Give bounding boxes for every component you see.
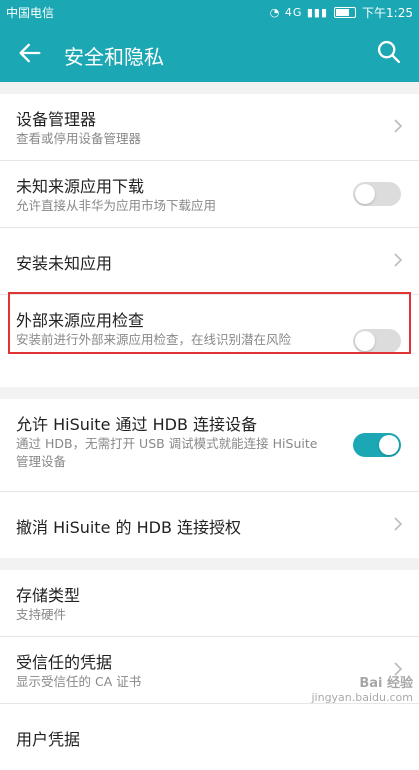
toggle-knob: [379, 435, 399, 455]
clock: 下午1:25: [362, 6, 413, 20]
toggle-knob: [355, 184, 375, 204]
setting-subtitle: 安装前进行外部来源应用检查，在线识别潜在风险: [16, 332, 292, 347]
setting-subtitle: 允许直接从非华为应用市场下载应用: [16, 198, 217, 213]
carrier-label: 中国电信: [6, 6, 55, 20]
setting-title: 未知来源应用下载: [16, 177, 145, 196]
chevron-right-icon: [394, 253, 403, 267]
toggle-knob: [355, 331, 375, 351]
chevron-right-icon: [394, 517, 403, 531]
watermark-url: jingyan.baidu.com: [311, 691, 413, 704]
battery-icon: [334, 7, 357, 18]
setting-revoke-hdb[interactable]: 撤消 HiSuite 的 HDB 连接授权: [0, 492, 419, 558]
status-bar: 中国电信 ◔ 4G ▮▮▮ 下午1:25: [0, 0, 419, 24]
unknown-source-toggle[interactable]: [353, 182, 401, 206]
setting-subtitle: 通过 HDB，无需打开 USB 调试模式就能连接 HiSuite 管理设备: [16, 436, 318, 469]
setting-title: 用户凭据: [16, 730, 81, 749]
arrow-left-icon[interactable]: [16, 39, 44, 67]
setting-user-credentials[interactable]: 用户凭据: [0, 704, 419, 770]
settings-group-hisuite: 允许 HiSuite 通过 HDB 连接设备 通过 HDB，无需打开 USB 调…: [0, 399, 419, 558]
setting-title: 存储类型: [16, 586, 81, 605]
setting-install-unknown-apps[interactable]: 安装未知应用: [0, 228, 419, 295]
setting-title: 受信任的凭据: [16, 653, 113, 672]
setting-subtitle: 查看或停用设备管理器: [16, 131, 142, 146]
setting-title: 允许 HiSuite 通过 HDB 连接设备: [16, 415, 258, 434]
setting-subtitle: 显示受信任的 CA 证书: [16, 674, 142, 689]
app-bar: 安全和隐私: [0, 24, 419, 82]
setting-device-manager[interactable]: 设备管理器 查看或停用设备管理器: [0, 94, 419, 161]
page-title: 安全和隐私: [64, 45, 164, 69]
setting-title: 安装未知应用: [16, 254, 113, 273]
settings-group-credentials: 存储类型 支持硬件 受信任的凭据 显示受信任的 CA 证书 用户凭据: [0, 570, 419, 770]
setting-title: 外部来源应用检查: [16, 311, 145, 330]
setting-title: 设备管理器: [16, 110, 97, 129]
watermark-brand: Bai 经验: [359, 676, 413, 691]
chevron-right-icon: [394, 119, 403, 133]
status-right: ◔ 4G ▮▮▮ 下午1:25: [270, 4, 413, 21]
search-icon[interactable]: [375, 38, 403, 66]
status-icons: ◔ 4G ▮▮▮: [269, 6, 329, 19]
setting-unknown-source-download[interactable]: 未知来源应用下载 允许直接从非华为应用市场下载应用: [0, 161, 419, 228]
settings-group-security: 设备管理器 查看或停用设备管理器 未知来源应用下载 允许直接从非华为应用市场下载…: [0, 94, 419, 387]
hisuite-hdb-toggle[interactable]: [353, 433, 401, 457]
setting-hisuite-hdb[interactable]: 允许 HiSuite 通过 HDB 连接设备 通过 HDB，无需打开 USB 调…: [0, 399, 419, 492]
setting-storage-type: 存储类型 支持硬件: [0, 570, 419, 637]
setting-subtitle: 支持硬件: [16, 607, 67, 622]
setting-title: 撤消 HiSuite 的 HDB 连接授权: [16, 518, 242, 537]
settings-list: 设备管理器 查看或停用设备管理器 未知来源应用下载 允许直接从非华为应用市场下载…: [0, 82, 419, 770]
setting-external-source-check[interactable]: 外部来源应用检查 安装前进行外部来源应用检查，在线识别潜在风险: [0, 295, 419, 387]
watermark: Bai 经验 jingyan.baidu.com: [311, 672, 413, 704]
external-check-toggle[interactable]: [353, 329, 401, 353]
